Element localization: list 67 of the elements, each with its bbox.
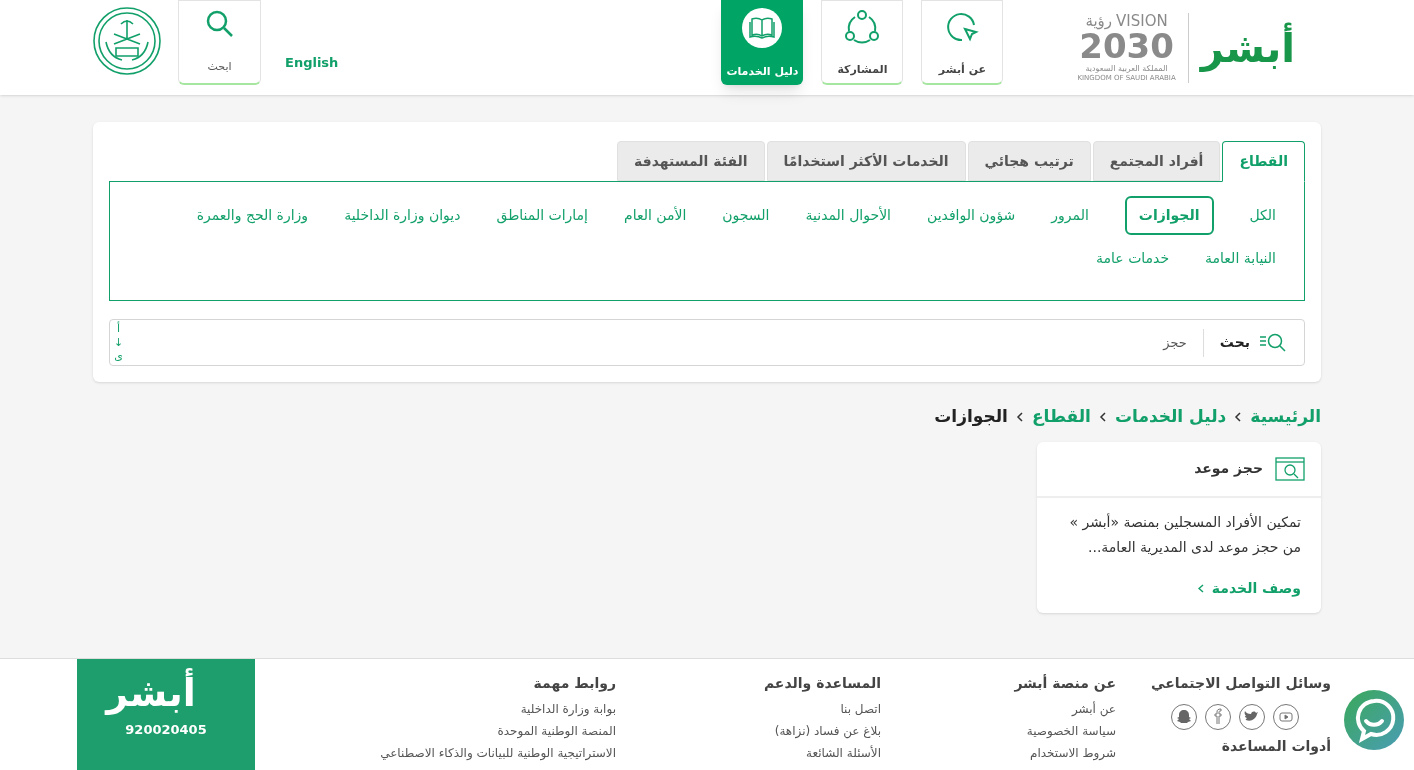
sort-toggle[interactable]: أ ↓ ى (114, 321, 124, 364)
footer-link[interactable]: بلاغ عن فساد (نزاهة) (616, 720, 881, 742)
search-value: حجز (1163, 333, 1187, 352)
footer-link[interactable]: بوابة وزارة الداخلية (351, 698, 616, 720)
absher-logo[interactable]: أبشر (1200, 19, 1295, 76)
absher-logo: أبشر (106, 667, 196, 721)
breadcrumb-current: الجوازات (934, 405, 1008, 428)
sector-filter[interactable]: السجون (722, 196, 770, 235)
twitter-icon[interactable] (1239, 704, 1265, 730)
search-field[interactable]: بحث حجز أ ↓ ى (109, 319, 1305, 366)
filter-tab[interactable]: ترتيب هجائي (967, 141, 1091, 181)
share-icon (844, 9, 881, 45)
sector-filter[interactable]: الجوازات (1124, 196, 1214, 235)
filter-tab[interactable]: الفئة المستهدفة (617, 141, 765, 181)
vision-year: 2030 (1079, 28, 1174, 63)
footer-link[interactable]: سياسة الخصوصية (881, 720, 1116, 742)
footer-link[interactable]: الأسئلة الشائعة (616, 742, 881, 764)
footer-heading: المساعدة والدعم (762, 674, 881, 694)
chevron-icon (1197, 583, 1204, 593)
footer-heading: أدوات المساعدة (1220, 736, 1331, 757)
chevron-icon (1234, 411, 1243, 422)
service-description: تمكين الأفراد المسجلين بمنصة «أبشر » من حجز موعد لدى المديرية العامة... (1068, 512, 1302, 558)
sector-filter[interactable]: خدمات عامة (1096, 239, 1170, 278)
breadcrumb-link[interactable]: الرئيسية (1250, 404, 1321, 430)
sector-filter[interactable]: ديوان وزارة الداخلية (344, 196, 461, 235)
breadcrumb-link[interactable]: القطاع (1031, 404, 1091, 430)
footer-link[interactable]: الاستراتيجية الوطنية للبيانات والذكاء الاصطناعي (351, 742, 616, 764)
sector-filter[interactable]: شؤون الوافدين (927, 196, 1016, 235)
vision-text: VISION (1116, 13, 1168, 29)
sector-filter[interactable]: الأمن العام (624, 196, 687, 235)
footer-link[interactable]: المنصة الوطنية الموحدة (351, 720, 616, 742)
sector-filter[interactable]: إمارات المناطق (496, 196, 588, 235)
book-icon (742, 8, 783, 48)
emblem-icon (92, 6, 162, 76)
footer-link[interactable]: اتصل بنا (616, 698, 881, 720)
sector-filter[interactable]: الأحوال المدنية (805, 196, 891, 235)
youtube-icon[interactable] (1273, 704, 1299, 730)
search-label: بحث (1219, 333, 1250, 352)
nav-tab[interactable]: دليل الخدمات (721, 0, 804, 85)
search-button[interactable]: ابحث (178, 0, 261, 85)
sector-filter[interactable]: الكل (1249, 196, 1276, 235)
sector-filter[interactable]: المرور (1051, 196, 1089, 235)
filter-tab[interactable]: القطاع (1222, 141, 1305, 182)
footer-link[interactable]: عن أبشر (881, 698, 1116, 720)
chatbot-icon[interactable] (1343, 689, 1405, 751)
chevron-icon (1015, 411, 1024, 422)
snapchat-icon[interactable] (1171, 704, 1197, 730)
language-link[interactable]: English (285, 52, 339, 72)
nav-tab[interactable]: المشاركة (821, 0, 904, 85)
search-window-icon (1275, 456, 1305, 481)
phone-number: 920020405 (125, 721, 207, 740)
chevron-icon (1098, 411, 1107, 422)
search-icon (204, 9, 235, 39)
footer-heading: روابط مهمة (532, 674, 616, 694)
nav-tab[interactable]: عن أبشر (921, 0, 1004, 85)
service-link[interactable]: وصف الخدمة (1197, 577, 1301, 599)
filter-tab[interactable]: أفراد المجتمع (1092, 141, 1221, 181)
filter-tab[interactable]: الخدمات الأكثر استخدامًا (766, 141, 966, 181)
footer-link[interactable]: شروط الاستخدام (881, 742, 1116, 764)
sector-filter[interactable]: النيابة العامة (1205, 239, 1276, 278)
sector-filter[interactable]: وزارة الحج والعمرة (196, 196, 309, 235)
vision-text: رؤية (1085, 13, 1113, 29)
footer-heading: وسائل التواصل الاجتماعي (1150, 674, 1331, 694)
breadcrumb-link[interactable]: دليل الخدمات (1114, 404, 1227, 430)
service-title[interactable]: حجز موعد (1194, 458, 1263, 479)
footer-heading: عن منصة أبشر (1013, 673, 1116, 694)
country-name: المملكة العربية السعودية (1085, 64, 1168, 73)
